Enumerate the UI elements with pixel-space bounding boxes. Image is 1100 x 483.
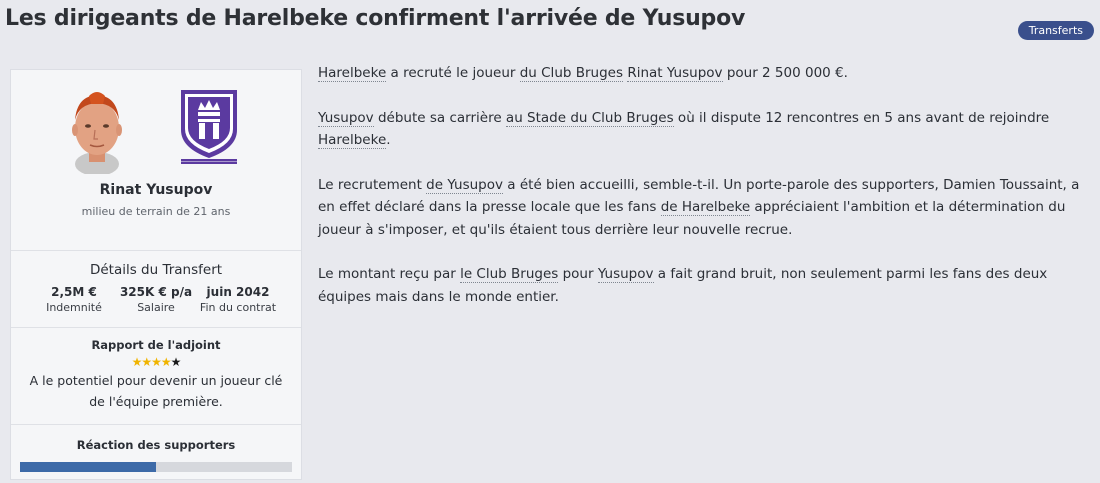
contract-end-label: Fin du contrat xyxy=(199,301,277,314)
text: pour 2 500 000 €. xyxy=(722,65,848,81)
star-filled-icon: ★ xyxy=(151,355,162,369)
star-empty-icon: ★ xyxy=(170,355,182,369)
text: où il dispute 12 rencontres en 5 ans ava… xyxy=(673,109,1050,126)
club-link[interactable]: du Club Bruges xyxy=(519,65,624,82)
assistant-report-text: A le potentiel pour devenir un joueur cl… xyxy=(29,373,283,409)
player-link[interactable]: Yusupov xyxy=(597,266,654,283)
transfer-summary-card: Rinat Yusupov milieu de terrain de 21 an… xyxy=(10,69,302,480)
supporters-reaction-title: Réaction des supporters xyxy=(76,438,236,452)
player-link[interactable]: de Yusupov xyxy=(426,176,503,194)
player-profile: Rinat Yusupov milieu de terrain de 21 an… xyxy=(11,70,301,251)
assistant-report: Rapport de l'adjoint ★★★★★ A le potentie… xyxy=(11,328,301,425)
player-link[interactable]: Yusupov xyxy=(318,109,374,127)
fee-stat: 2,5M € Indemnité xyxy=(33,285,115,314)
news-article: Harelbeke a recruté le joueur du Club Br… xyxy=(318,62,1088,330)
supporters-reaction: Réaction des supporters xyxy=(11,425,301,483)
contract-end-value: juin 2042 xyxy=(206,285,270,299)
transfer-details: Détails du Transfert 2,5M € Indemnité 32… xyxy=(11,251,301,328)
supporters-reaction-bar xyxy=(20,462,292,472)
fee-value: 2,5M € xyxy=(51,285,97,299)
player-link[interactable]: Rinat Yusupov xyxy=(627,65,723,82)
text: a recruté le joueur xyxy=(386,65,520,81)
club-link[interactable]: Harelbeke xyxy=(318,65,387,82)
text: débute sa carrière xyxy=(373,109,506,126)
article-paragraph-2: Yusupov débute sa carrière au Stade du C… xyxy=(318,107,1088,152)
article-paragraph-3: Le recrutement de Yusupov a été bien acc… xyxy=(318,174,1088,242)
salary-value: 325K € p/a xyxy=(119,285,193,299)
text: Le recrutement xyxy=(318,176,427,193)
club-link[interactable]: Harelbeke xyxy=(318,132,387,149)
player-name[interactable]: Rinat Yusupov xyxy=(11,182,301,198)
salary-label: Salaire xyxy=(137,301,175,314)
star-filled-icon: ★ xyxy=(160,355,172,369)
news-headline: Les dirigeants de Harelbeke confirment l… xyxy=(5,6,746,31)
text: pour xyxy=(558,266,598,282)
star-filled-icon: ★ xyxy=(131,355,143,369)
rating-stars: ★★★★★ xyxy=(11,355,301,369)
article-paragraph-4: Le montant reçu par le Club Bruges pour … xyxy=(318,263,1088,308)
fee-label: Indemnité xyxy=(46,301,102,314)
contract-end-stat: juin 2042 Fin du contrat xyxy=(197,285,279,314)
player-face-image[interactable] xyxy=(67,90,127,174)
supporters-reaction-fill xyxy=(20,462,156,472)
club-badge-icon[interactable] xyxy=(179,88,239,164)
player-description: milieu de terrain de 21 ans xyxy=(81,205,231,218)
club-link[interactable]: de Harelbeke xyxy=(660,199,751,216)
transfer-details-title: Détails du Transfert xyxy=(89,262,223,278)
transfer-stats: 2,5M € Indemnité 325K € p/a Salaire juin… xyxy=(11,285,301,314)
article-paragraph-1: Harelbeke a recruté le joueur du Club Br… xyxy=(318,62,1088,85)
star-filled-icon: ★ xyxy=(141,355,152,369)
stadium-link[interactable]: au Stade du Club Bruges xyxy=(505,109,674,127)
transfers-tag[interactable]: Transferts xyxy=(1017,21,1094,40)
club-link[interactable]: le Club Bruges xyxy=(460,266,559,283)
text: . xyxy=(386,132,391,148)
text: Le montant reçu par xyxy=(318,266,461,282)
salary-stat: 325K € p/a Salaire xyxy=(115,285,197,314)
assistant-report-title: Rapport de l'adjoint xyxy=(91,338,221,352)
